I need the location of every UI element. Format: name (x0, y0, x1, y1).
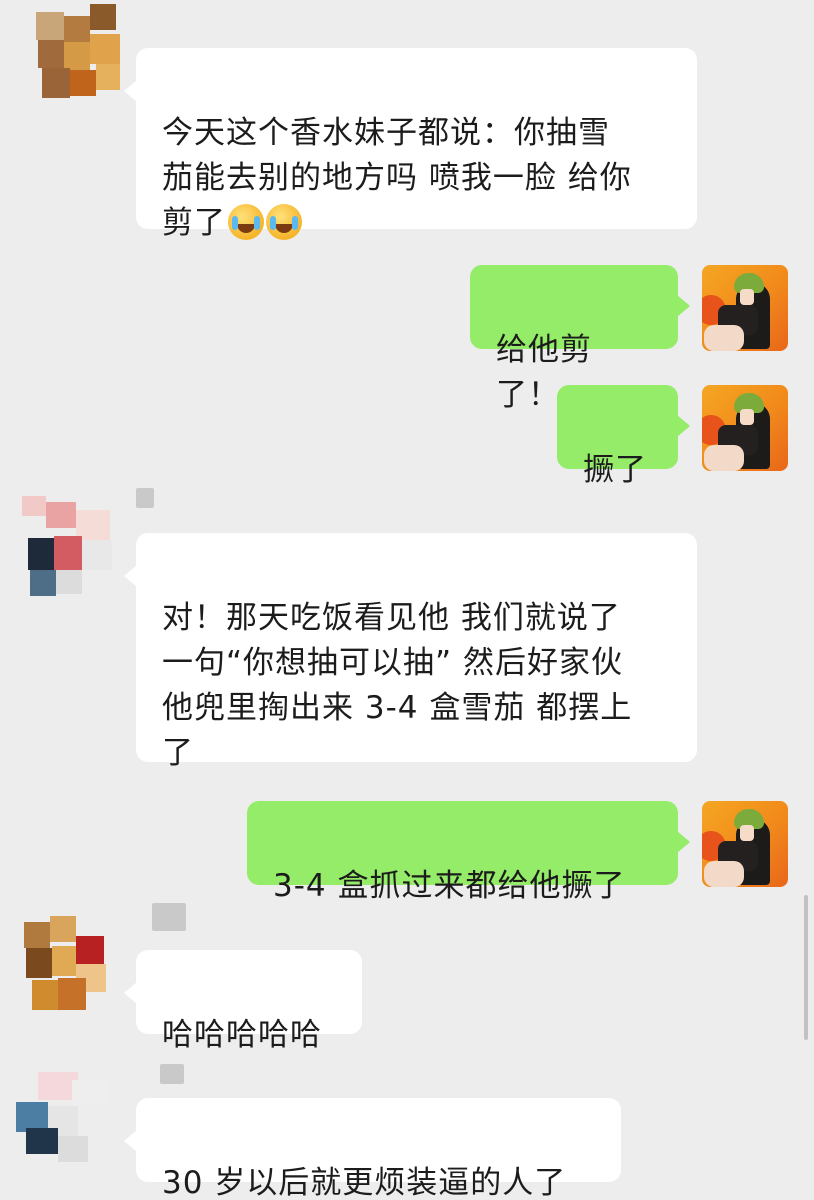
redacted-name-block (160, 1064, 184, 1084)
message-text: 撅了 (583, 452, 647, 488)
my-avatar[interactable] (702, 385, 788, 471)
scrollbar[interactable] (804, 895, 808, 1040)
message-bubble-incoming[interactable]: 30 岁以后就更烦装逼的人了 (124, 1098, 621, 1200)
contact-avatar-1[interactable] (26, 0, 126, 110)
message-bubble-outgoing[interactable]: 3-4 盒抓过来都给他撅了 (247, 801, 690, 904)
contact-avatar-3[interactable] (18, 908, 128, 1020)
message-text: 对！那天吃饭看见他 我们就说了 一句“你想抽可以抽” 然后好家伙 他兜里掏出来 … (162, 600, 633, 771)
message-bubble-incoming[interactable]: 今天这个香水妹子都说：你抽雪 茄能去别的地方吗 喷我一脸 给你 剪了 (124, 48, 697, 241)
message-bubble-outgoing[interactable]: 给他剪了！ (470, 265, 690, 413)
message-bubble-incoming[interactable]: 对！那天吃饭看见他 我们就说了 一句“你想抽可以抽” 然后好家伙 他兜里掏出来 … (124, 533, 697, 771)
message-text: 30 岁以后就更烦装逼的人了 (162, 1165, 567, 1200)
message-bubble-outgoing[interactable]: 撅了 (557, 385, 690, 488)
message-text: 哈哈哈哈哈 (162, 1017, 322, 1053)
my-avatar[interactable] (702, 265, 788, 351)
redacted-name-block (152, 903, 186, 931)
crying-face-emoji-icon (266, 204, 302, 240)
message-bubble-incoming[interactable]: 哈哈哈哈哈 (124, 950, 362, 1053)
contact-avatar-2[interactable] (18, 490, 128, 600)
my-avatar[interactable] (702, 801, 788, 887)
crying-face-emoji-icon (228, 204, 264, 240)
message-text: 3-4 盒抓过来都给他撅了 (273, 868, 626, 904)
contact-avatar-4[interactable] (16, 1066, 126, 1176)
redacted-name-block (136, 488, 154, 508)
